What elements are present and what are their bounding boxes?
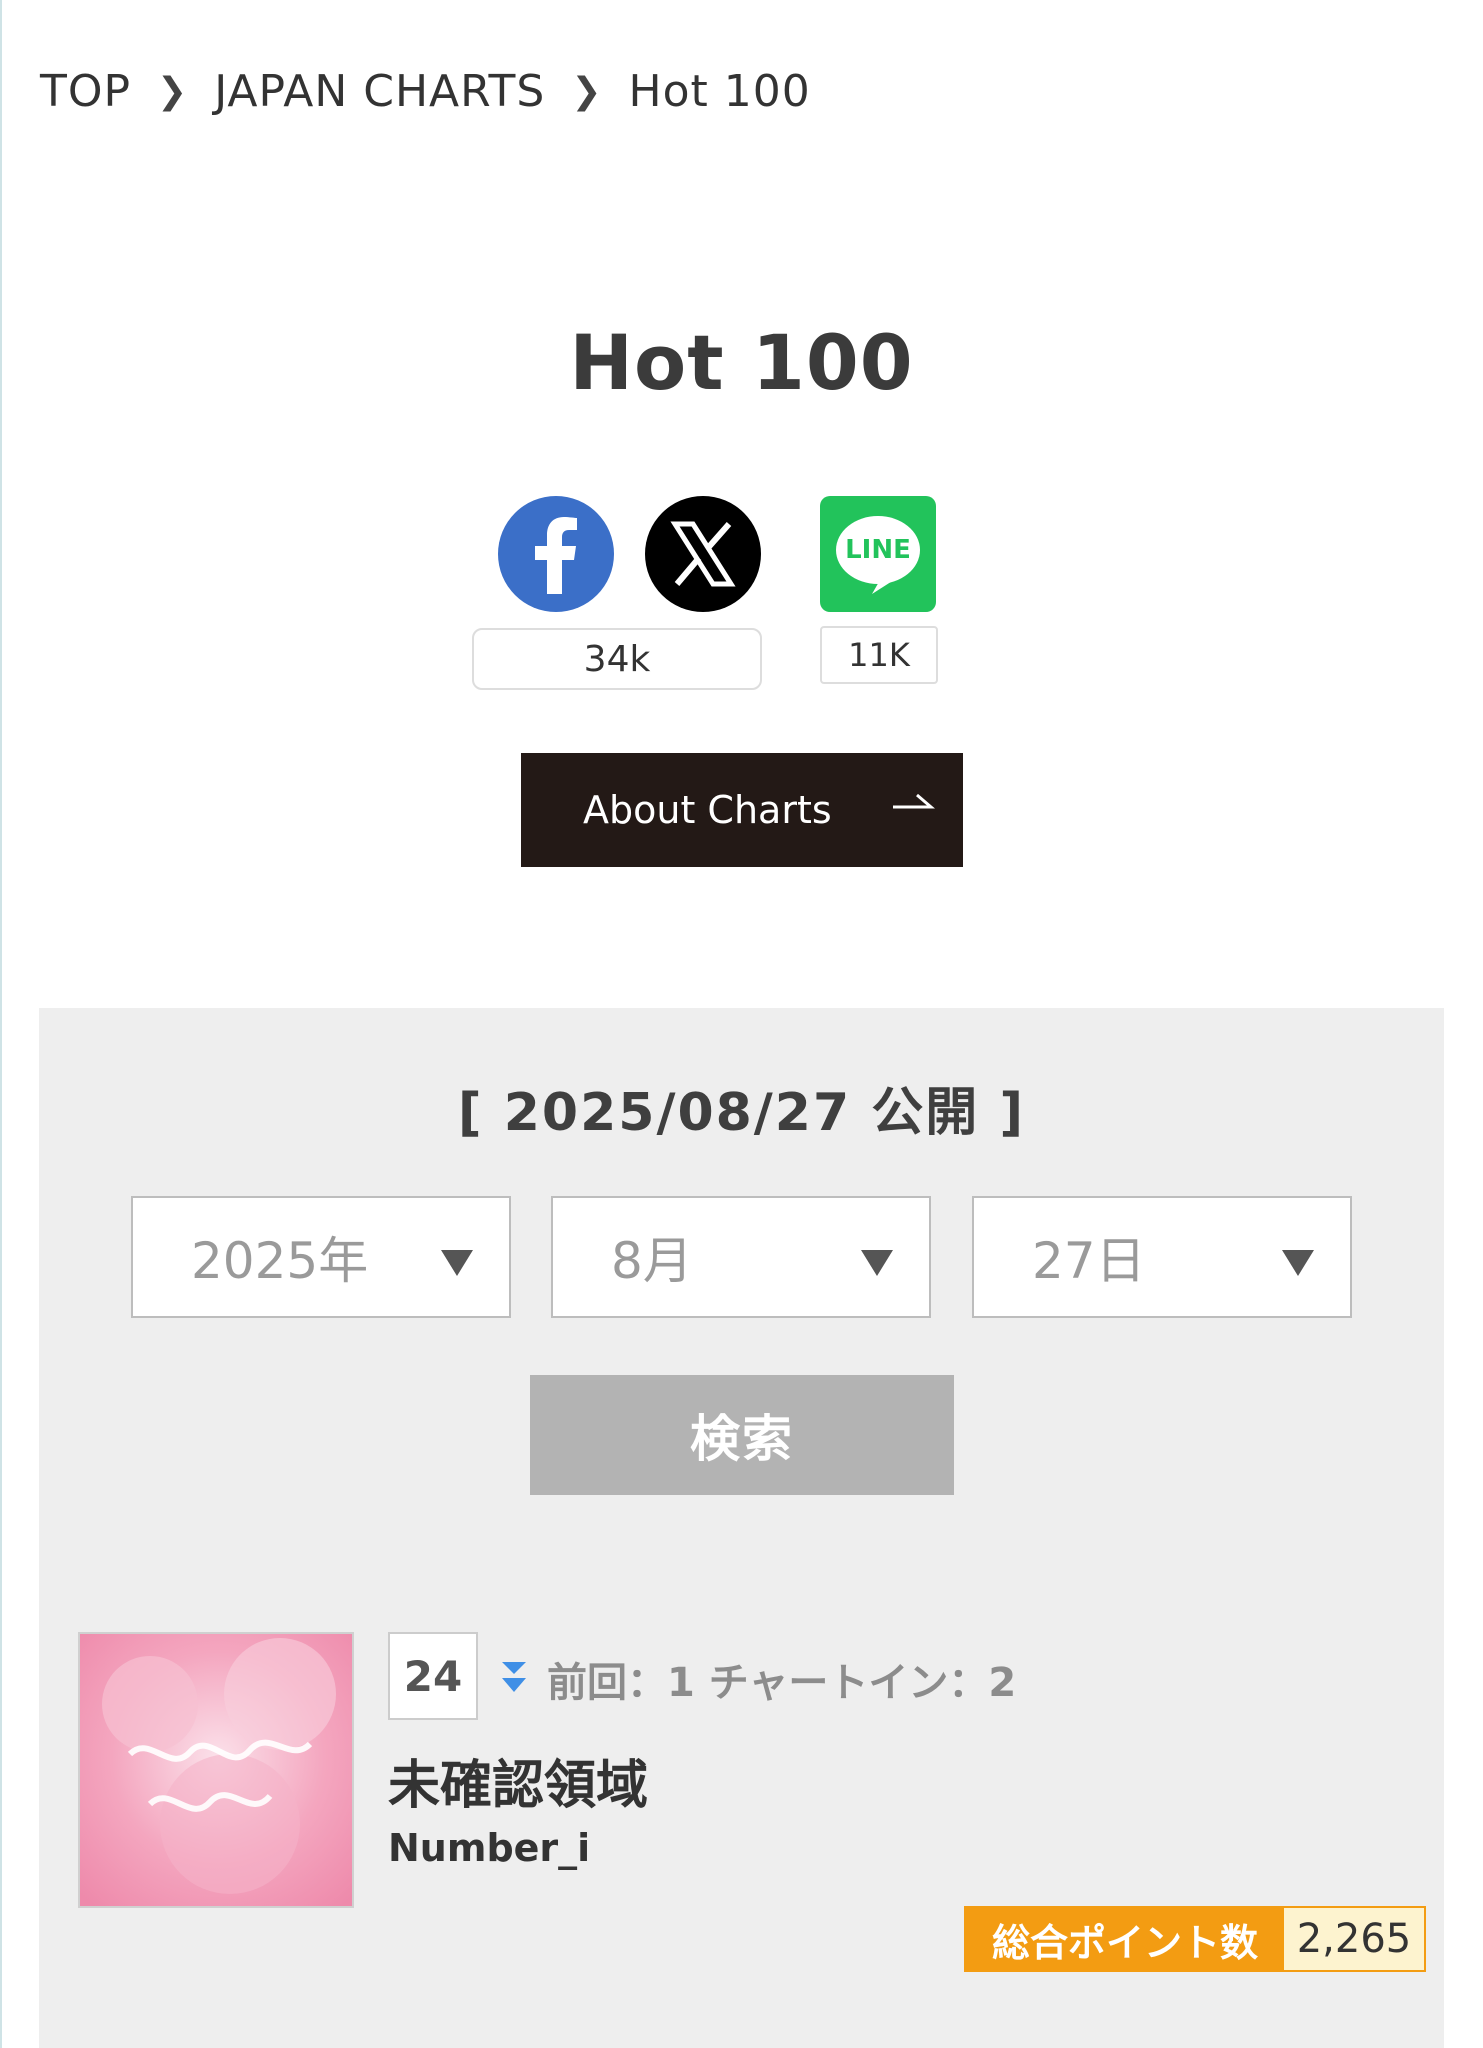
chevron-right-icon: ❯ <box>571 71 603 112</box>
search-button[interactable]: 検索 <box>530 1375 954 1495</box>
rank-down-icon <box>502 1662 526 1692</box>
day-select[interactable]: 27日 <box>972 1196 1352 1318</box>
breadcrumb: TOP ❯ JAPAN CHARTS ❯ Hot 100 <box>40 66 811 117</box>
x-icon <box>670 521 736 587</box>
line-icon-text: LINE <box>845 535 911 565</box>
year-select-value: 2025年 <box>191 1232 369 1290</box>
arrow-right-icon <box>893 793 935 809</box>
facebook-icon <box>535 517 577 594</box>
facebook-share-count: 34k <box>472 628 762 690</box>
chart-panel: [ 2025/08/27 公開 ] 2025年 8月 27日 検索 24 前回：… <box>39 1008 1444 2048</box>
total-points-value: 2,265 <box>1284 1908 1424 1970</box>
chart-publish-date: [ 2025/08/27 公開 ] <box>457 1083 1026 1143</box>
breadcrumb-top-link[interactable]: TOP <box>40 66 131 117</box>
left-edge-line <box>0 0 2 2048</box>
album-art <box>80 1634 352 1906</box>
line-share-count: 11K <box>820 626 938 684</box>
total-points-badge: 総合ポイント数 2,265 <box>964 1906 1426 1972</box>
breadcrumb-japan-charts-link[interactable]: JAPAN CHARTS <box>214 66 545 117</box>
year-select[interactable]: 2025年 <box>131 1196 511 1318</box>
x-share-button[interactable] <box>645 496 761 612</box>
dropdown-arrow-icon <box>861 1250 893 1276</box>
album-jacket-image[interactable] <box>78 1632 354 1908</box>
day-select-value: 27日 <box>1032 1232 1146 1290</box>
month-select-value: 8月 <box>611 1232 693 1290</box>
song-title[interactable]: 未確認領域 <box>388 1743 648 1818</box>
month-select[interactable]: 8月 <box>551 1196 931 1318</box>
about-charts-button[interactable]: About Charts <box>521 753 963 867</box>
facebook-share-button[interactable] <box>498 496 614 612</box>
about-charts-label: About Charts <box>583 788 832 832</box>
dropdown-arrow-icon <box>1282 1250 1314 1276</box>
total-points-label: 総合ポイント数 <box>966 1908 1284 1970</box>
previous-rank-info: 前回：1 チャートイン：2 <box>547 1660 1017 1706</box>
chevron-right-icon: ❯ <box>157 71 189 112</box>
line-share-button[interactable]: LINE <box>820 496 936 612</box>
breadcrumb-current: Hot 100 <box>628 66 811 117</box>
rank-number: 24 <box>388 1632 478 1720</box>
page-title: Hot 100 <box>569 318 914 407</box>
dropdown-arrow-icon <box>441 1250 473 1276</box>
artist-name[interactable]: Number_i <box>388 1826 590 1870</box>
